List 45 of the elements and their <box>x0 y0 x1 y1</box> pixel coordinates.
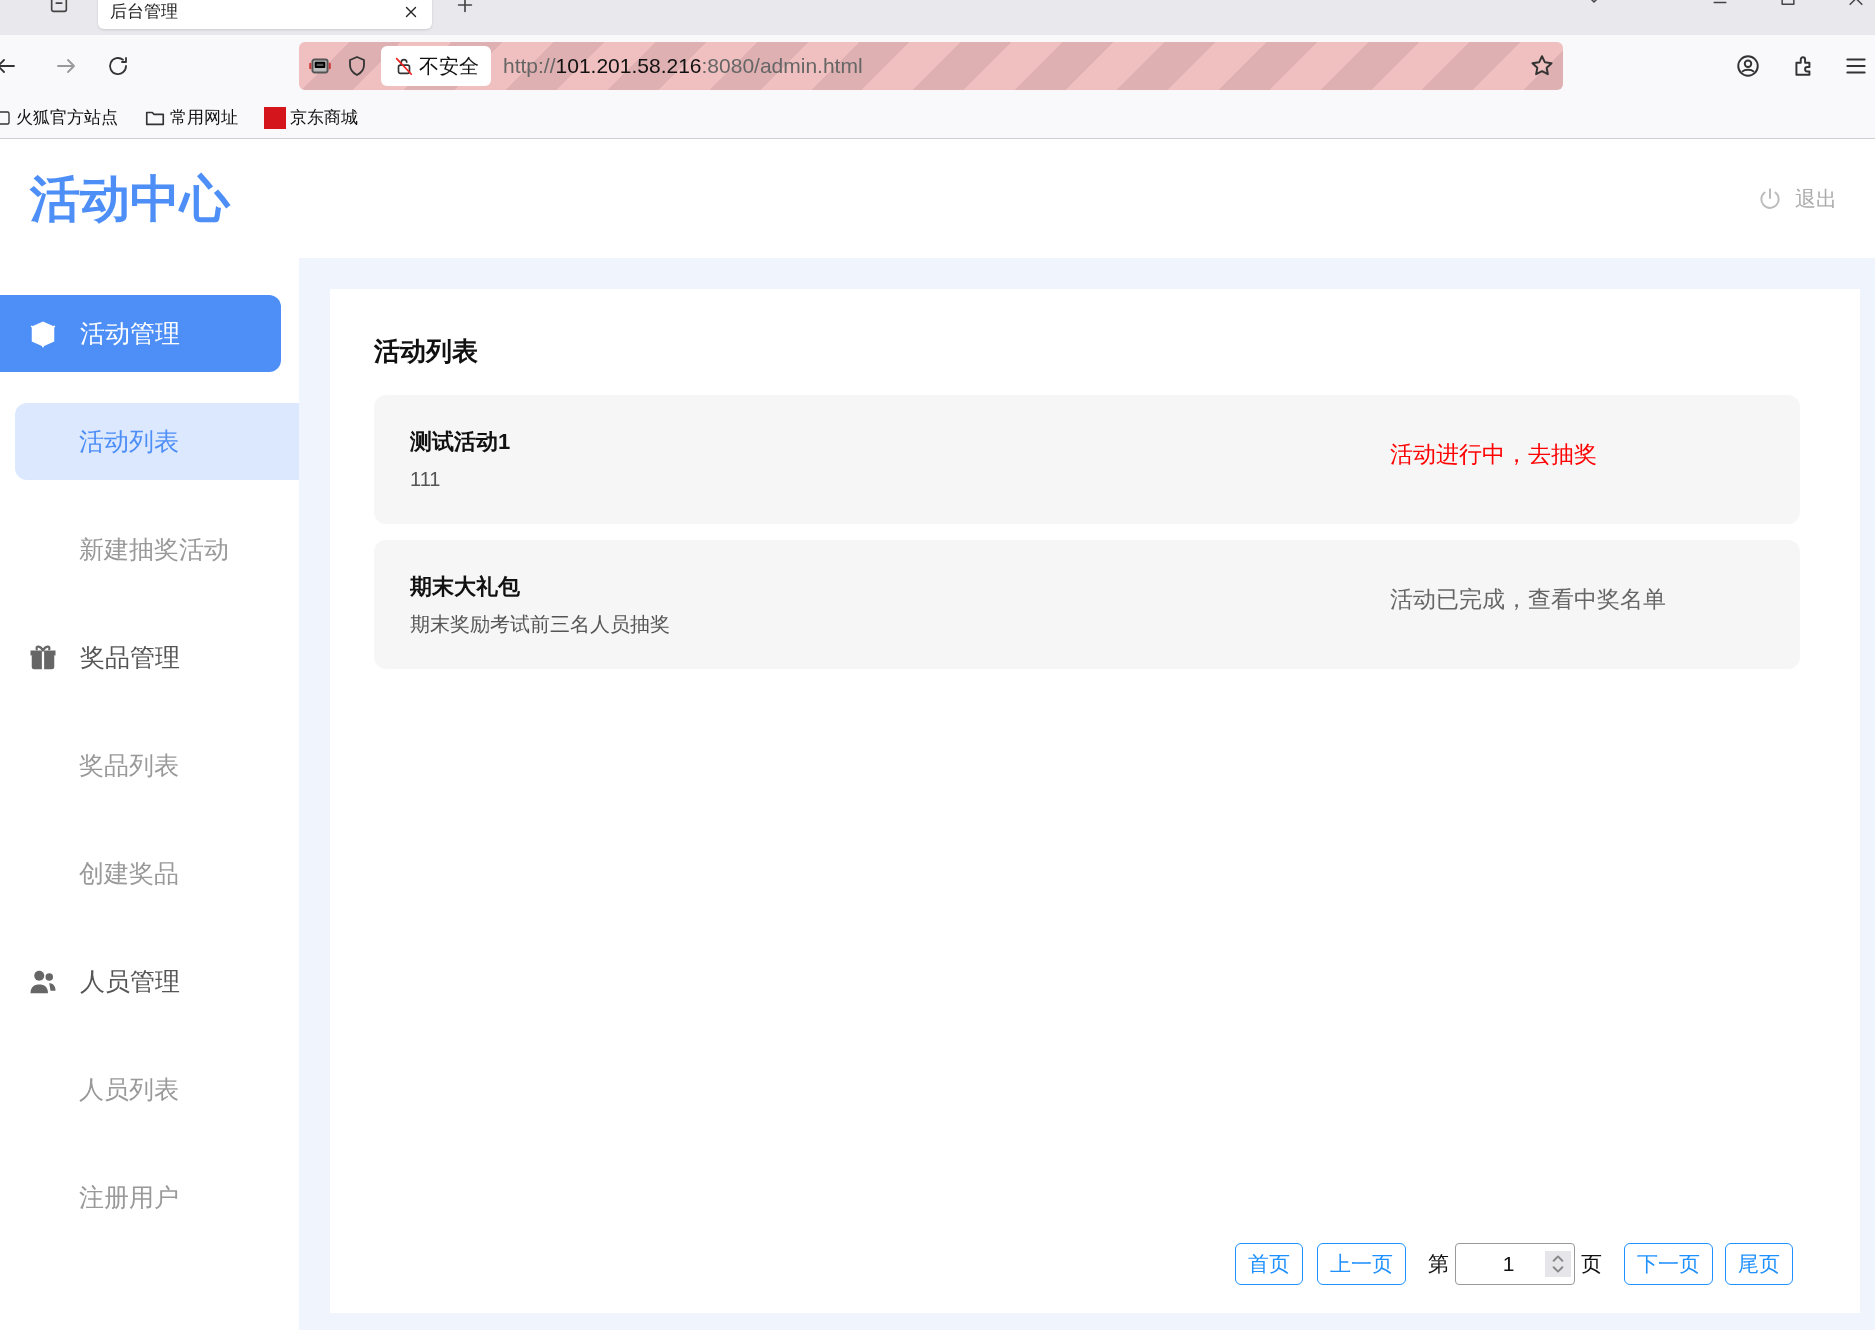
bookmark-label: 京东商城 <box>290 106 358 129</box>
account-icon[interactable] <box>1735 53 1761 79</box>
address-bar[interactable]: 不安全 http://101.201.58.216:8080/admin.html <box>299 42 1563 90</box>
sidebar-item[interactable]: 活动列表 <box>15 403 299 480</box>
sidebar-group-item[interactable]: 人员管理 <box>0 943 281 1020</box>
panel-title: 活动列表 <box>374 334 479 368</box>
sidebar-item[interactable]: 注册用户 <box>15 1159 299 1236</box>
activity-title: 测试活动1 <box>410 428 512 456</box>
activity-title: 期末大礼包 <box>410 573 521 601</box>
pagination-button[interactable]: 首页 <box>1235 1243 1303 1285</box>
pagination-button[interactable]: 上一页 <box>1317 1243 1406 1285</box>
logo: 活动中心 <box>30 168 230 230</box>
power-icon <box>1757 185 1783 212</box>
page-unit: 页 <box>1581 1251 1602 1278</box>
sidebar-item[interactable]: 新建抽奖活动 <box>15 511 299 588</box>
pagination-button[interactable]: 尾页 <box>1725 1243 1793 1285</box>
bookmark-label: 常用网址 <box>170 106 238 129</box>
security-label: 不安全 <box>419 54 479 79</box>
logout-button[interactable]: 退出 <box>1757 182 1837 215</box>
tab-title: 后台管理 <box>110 0 179 23</box>
activity-description: 期末奖励考试前三名人员抽奖 <box>410 612 671 637</box>
sidebar-item[interactable]: 奖品列表 <box>15 727 299 804</box>
sidebar-item[interactable]: 人员列表 <box>15 1051 299 1128</box>
url-text: http://101.201.58.216:8080/admin.html <box>503 53 864 80</box>
browser-tab[interactable]: 后台管理 <box>98 0 432 29</box>
security-badge[interactable]: 不安全 <box>381 46 491 86</box>
unlocked-lock-icon <box>393 55 415 77</box>
bookmark-item[interactable]: 京东商城 <box>264 104 358 131</box>
gift-icon <box>28 642 58 673</box>
pagination-button[interactable]: 下一页 <box>1624 1243 1713 1285</box>
bookmark-label: 火狐官方站点 <box>16 106 118 129</box>
reload-icon[interactable] <box>106 54 130 78</box>
page-label: 第 <box>1428 1251 1449 1278</box>
bookmark-item[interactable]: 火狐官方站点 <box>0 104 118 131</box>
page-input[interactable]: 1 <box>1455 1243 1575 1285</box>
page-icon <box>0 108 12 127</box>
activity-status-link[interactable]: 活动已完成，查看中奖名单 <box>1390 582 1666 617</box>
bookmark-item[interactable]: 常用网址 <box>144 104 238 131</box>
activity-description: 111 <box>410 467 442 492</box>
favicon-icon <box>264 106 286 129</box>
activity-status-link[interactable]: 活动进行中，去抽奖 <box>1390 437 1597 472</box>
spinner-arrows-icon[interactable] <box>1545 1249 1571 1279</box>
sidebar-group-item[interactable]: 奖品管理 <box>0 619 281 696</box>
sidebar-item[interactable]: 创建奖品 <box>15 835 299 912</box>
sidebar-group-item[interactable]: 活动管理 <box>0 295 281 372</box>
